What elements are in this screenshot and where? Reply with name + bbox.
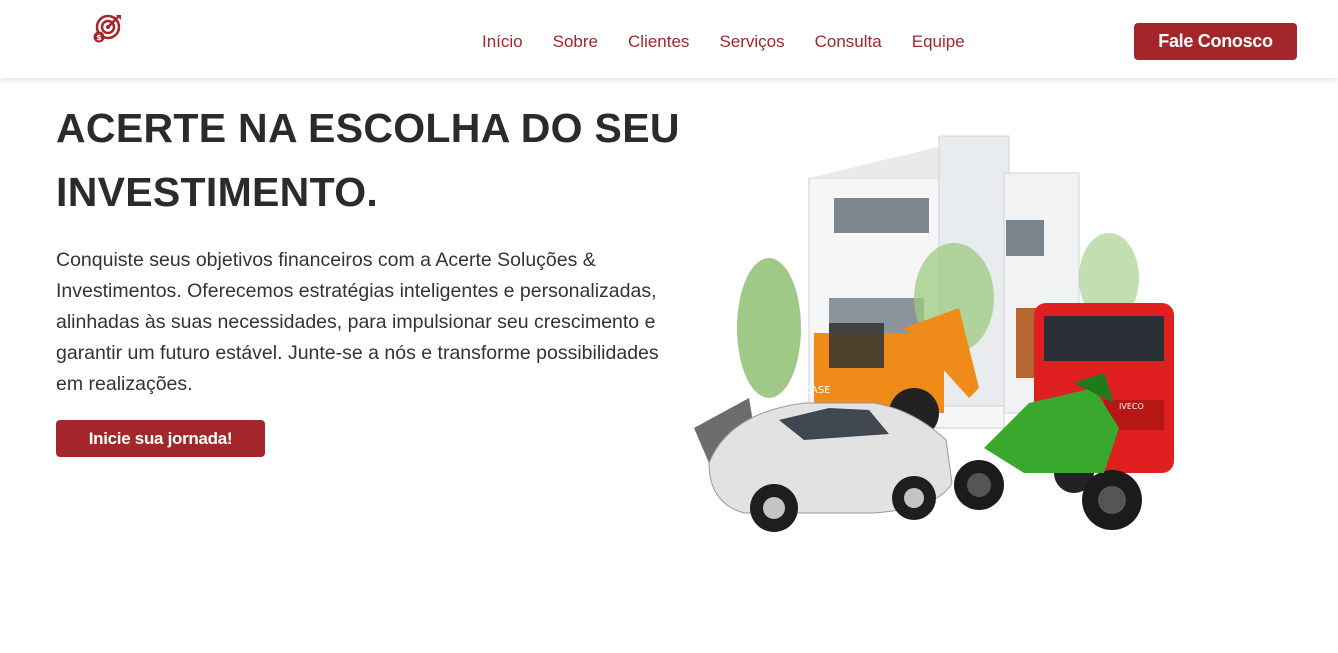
nav-link-clientes[interactable]: Clientes [628,32,689,52]
nav-link-servicos[interactable]: Serviços [719,32,784,52]
nav-link-inicio[interactable]: Início [482,32,523,52]
car-illustration [708,402,953,532]
start-journey-button[interactable]: Inicie sua jornada! [56,420,265,457]
nav-link-consulta[interactable]: Consulta [815,32,882,52]
hero-title: ACERTE NA ESCOLHA DO SEU INVESTIMENTO. [56,105,680,215]
contact-button[interactable]: Fale Conosco [1134,23,1297,60]
hero-image: IVECO CASE [694,135,1174,532]
svg-text:$: $ [96,33,102,42]
main-nav: Início Sobre Clientes Serviços Consulta … [482,32,995,52]
nav-link-equipe[interactable]: Equipe [912,32,965,52]
nav-link-sobre[interactable]: Sobre [553,32,598,52]
navbar: $ Início Sobre Clientes Serviços Consult… [0,0,1338,78]
target-icon[interactable]: $ [92,14,122,44]
truck-brand-label: IVECO [1119,402,1144,411]
hero-description: Conquiste seus objetivos financeiros com… [56,249,659,395]
backhoe-brand-label: CASE [804,385,831,396]
